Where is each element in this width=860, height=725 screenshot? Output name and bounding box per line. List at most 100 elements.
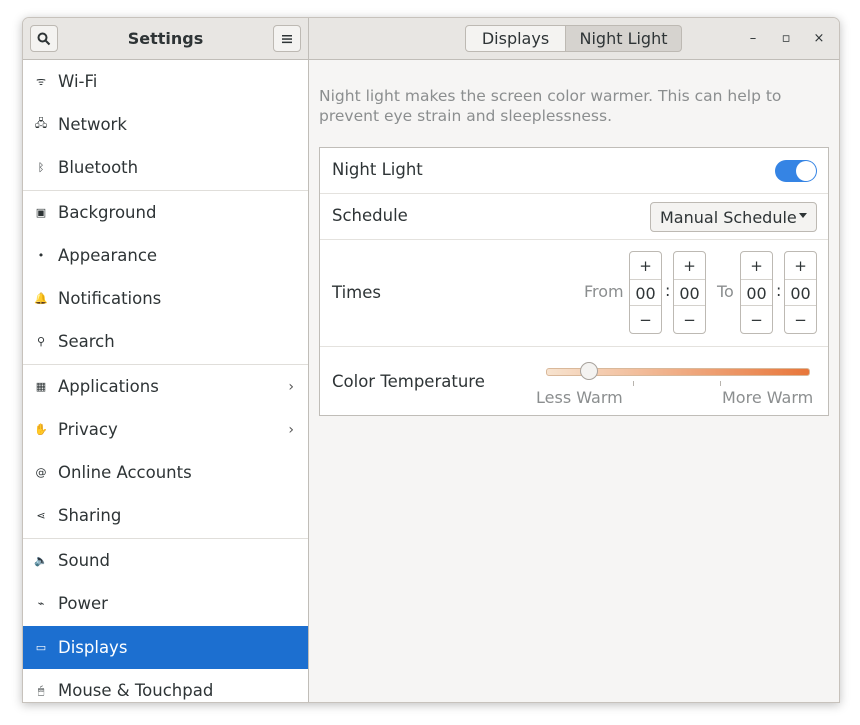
- sidebar-item-label: Appearance: [58, 246, 158, 265]
- appearance-icon: •: [37, 249, 45, 262]
- maximize-icon: ▫: [781, 30, 791, 46]
- chevron-right-icon: ›: [288, 378, 294, 395]
- sidebar-item-privacy[interactable]: ✋ Privacy ›: [23, 408, 308, 451]
- from-label: From: [584, 282, 624, 301]
- from-hours-input[interactable]: 00: [630, 280, 661, 307]
- times-label: Times: [332, 283, 381, 302]
- from-minutes-increment-button[interactable]: +: [674, 252, 705, 280]
- sidebar-item-label: Sharing: [58, 506, 122, 525]
- slider-tick: [633, 381, 634, 386]
- to-hours-decrement-button[interactable]: −: [741, 305, 772, 333]
- sidebar-item-sound[interactable]: 🔈 Sound: [23, 539, 308, 582]
- maximize-button[interactable]: ▫: [776, 28, 796, 48]
- to-minutes-increment-button[interactable]: +: [785, 252, 816, 280]
- sidebar-item-label: Background: [58, 203, 157, 222]
- sidebar-item-label: Bluetooth: [58, 158, 139, 177]
- search-icon: [37, 32, 51, 45]
- to-minutes-decrement-button[interactable]: −: [785, 305, 816, 333]
- tab-displays[interactable]: Displays: [465, 25, 566, 52]
- bluetooth-icon: ᛒ: [37, 161, 45, 174]
- to-hours-spinner: + 00 −: [740, 251, 773, 334]
- row-divider: [320, 239, 828, 240]
- stack-switcher: Displays Night Light: [465, 25, 682, 52]
- to-colon: :: [776, 281, 782, 300]
- row-divider: [320, 193, 828, 194]
- dropdown-arrow-icon: [799, 213, 807, 218]
- hamburger-menu-icon: [282, 34, 292, 43]
- hand-icon: ✋: [34, 423, 48, 436]
- display-icon: ▭: [35, 641, 47, 654]
- sidebar-item-label: Power: [58, 594, 108, 613]
- sidebar-item-search[interactable]: ⚲ Search: [23, 320, 308, 363]
- from-minutes-spinner: + 00 −: [673, 251, 706, 334]
- sidebar-item-appearance[interactable]: • Appearance: [23, 234, 308, 277]
- from-hours-spinner: + 00 −: [629, 251, 662, 334]
- sidebar-item-wifi[interactable]: ᯤ Wi-Fi: [23, 60, 308, 103]
- sidebar-item-label: Sound: [58, 551, 110, 570]
- from-hours-increment-button[interactable]: +: [630, 252, 661, 280]
- sidebar-item-label: Network: [58, 115, 127, 134]
- night-light-switch[interactable]: [775, 160, 817, 182]
- sidebar-header: Settings: [23, 18, 309, 59]
- sidebar-item-notifications[interactable]: 🔔 Notifications: [23, 277, 308, 320]
- to-label: To: [717, 282, 734, 301]
- sidebar-item-mouse-touchpad[interactable]: 🖱 Mouse & Touchpad: [23, 669, 308, 702]
- search-button[interactable]: [30, 25, 58, 52]
- sidebar-item-label: Wi-Fi: [58, 72, 98, 91]
- less-warm-label: Less Warm: [536, 388, 623, 407]
- from-colon: :: [665, 281, 671, 300]
- sidebar-item-label: Mouse & Touchpad: [58, 681, 214, 700]
- schedule-label: Schedule: [332, 206, 408, 225]
- to-minutes-spinner: + 00 −: [784, 251, 817, 334]
- sidebar-item-displays[interactable]: ▭ Displays: [23, 626, 308, 669]
- sidebar-item-background[interactable]: ▣ Background: [23, 191, 308, 234]
- minimize-button[interactable]: –: [743, 28, 763, 48]
- sidebar-item-bluetooth[interactable]: ᛒ Bluetooth: [23, 146, 308, 189]
- sidebar-item-label: Notifications: [58, 289, 162, 308]
- tab-night-light[interactable]: Night Light: [566, 25, 682, 52]
- at-icon: @: [35, 466, 47, 479]
- night-light-page: Night light makes the screen color warme…: [309, 60, 839, 702]
- applications-icon: ▦: [35, 380, 47, 393]
- sidebar-item-power[interactable]: ⌁ Power: [23, 582, 308, 625]
- schedule-value: Manual Schedule: [660, 207, 797, 227]
- background-icon: ▣: [35, 206, 47, 219]
- sidebar-item-network[interactable]: 🖧 Network: [23, 103, 308, 146]
- from-minutes-decrement-button[interactable]: −: [674, 305, 705, 333]
- schedule-dropdown[interactable]: Manual Schedule: [650, 202, 817, 232]
- settings-window: Settings Displays Night Light – ▫ × ᯤ Wi-…: [22, 17, 840, 703]
- sidebar: ᯤ Wi-Fi 🖧 Network ᛒ Bluetooth ▣ Background •…: [23, 60, 309, 702]
- to-minutes-input[interactable]: 00: [785, 280, 816, 307]
- sidebar-item-sharing[interactable]: ⋖ Sharing: [23, 494, 308, 537]
- header-bar: Settings Displays Night Light – ▫ ×: [23, 18, 839, 60]
- sidebar-item-label: Applications: [58, 377, 159, 396]
- color-temperature-slider-handle[interactable]: [580, 362, 598, 380]
- night-light-label: Night Light: [332, 160, 423, 179]
- search-icon: ⚲: [36, 335, 46, 348]
- mouse-icon: 🖱: [37, 683, 45, 697]
- app-title: Settings: [127, 29, 204, 48]
- night-light-settings-frame: Night Light Schedule Manual Schedule Tim…: [319, 147, 829, 416]
- close-button[interactable]: ×: [809, 28, 829, 48]
- sidebar-item-label: Privacy: [58, 420, 118, 439]
- minimize-icon: –: [749, 30, 757, 46]
- sidebar-item-applications[interactable]: ▦ Applications ›: [23, 365, 308, 408]
- night-light-description: Night light makes the screen color warme…: [319, 87, 782, 125]
- to-hours-increment-button[interactable]: +: [741, 252, 772, 280]
- chevron-right-icon: ›: [288, 421, 294, 438]
- sidebar-item-online-accounts[interactable]: @ Online Accounts: [23, 451, 308, 494]
- power-icon: ⌁: [37, 597, 45, 610]
- speaker-icon: 🔈: [34, 554, 48, 567]
- network-icon: 🖧: [34, 117, 48, 130]
- bell-icon: 🔔: [34, 292, 48, 305]
- switch-knob: [796, 161, 816, 181]
- color-temperature-label: Color Temperature: [332, 372, 485, 391]
- menu-button[interactable]: [273, 25, 301, 52]
- sidebar-item-label: Online Accounts: [58, 463, 192, 482]
- to-hours-input[interactable]: 00: [741, 280, 772, 307]
- sidebar-item-label: Search: [58, 332, 115, 351]
- from-hours-decrement-button[interactable]: −: [630, 305, 661, 333]
- from-minutes-input[interactable]: 00: [674, 280, 705, 307]
- slider-tick: [720, 381, 721, 386]
- close-icon: ×: [813, 30, 825, 46]
